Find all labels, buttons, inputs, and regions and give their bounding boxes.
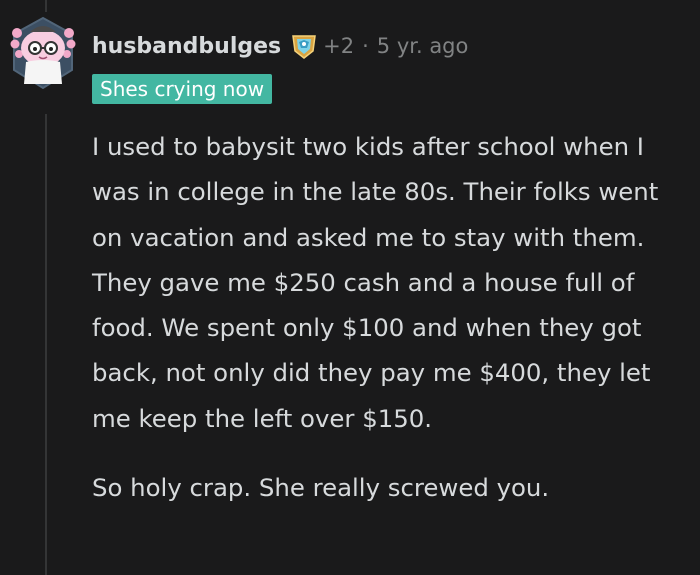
comment-body: I used to babysit two kids after school …: [92, 124, 688, 510]
thread-collapse-line[interactable]: [45, 114, 47, 575]
axolotl-avatar-icon: [10, 16, 76, 90]
user-avatar[interactable]: [8, 14, 78, 94]
timestamp-link[interactable]: 5 yr. ago: [377, 34, 469, 58]
comment-paragraph: I used to babysit two kids after school …: [92, 132, 659, 433]
award-shield-icon[interactable]: [289, 31, 319, 61]
meta-separator: ·: [362, 34, 369, 58]
comment-header: husbandbulges +2 · 5 yr. ago: [92, 30, 468, 62]
user-flair: Shes crying now: [92, 74, 273, 104]
award-count[interactable]: +2: [323, 34, 354, 58]
thread-line-top[interactable]: [45, 0, 47, 12]
username-link[interactable]: husbandbulges: [92, 34, 281, 59]
user-flair-text: Shes crying now: [100, 77, 265, 101]
comment-paragraph: So holy crap. She really screwed you.: [92, 473, 550, 503]
